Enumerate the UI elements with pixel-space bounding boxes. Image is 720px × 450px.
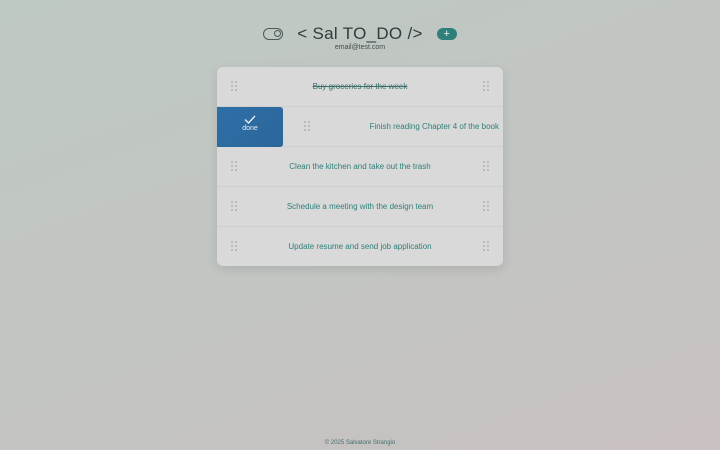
toggle-knob	[274, 30, 282, 37]
drag-handle-icon[interactable]	[483, 161, 489, 171]
drag-handle-icon[interactable]	[483, 241, 489, 251]
user-email: email@test.com	[334, 44, 386, 51]
task-row[interactable]: Clean the kitchen and take out the trash	[217, 147, 503, 187]
app-header: < Sal TO_DO /> +	[0, 24, 720, 44]
check-icon	[244, 115, 256, 124]
task-label[interactable]: Clean the kitchen and take out the trash	[217, 147, 503, 187]
theme-toggle-icon[interactable]	[263, 28, 284, 40]
drag-handle-icon[interactable]	[483, 81, 489, 91]
done-label: done	[242, 125, 258, 132]
task-label[interactable]: Buy groceries for the week	[217, 67, 503, 107]
add-task-button[interactable]: +	[436, 28, 457, 40]
task-row[interactable]: Update resume and send job application	[217, 227, 503, 266]
task-label[interactable]: Finish reading Chapter 4 of the book	[277, 107, 499, 147]
task-row[interactable]: Buy groceries for the week	[217, 67, 503, 107]
task-row-swiped[interactable]: done Finish reading Chapter 4 of the boo…	[217, 107, 503, 147]
task-label[interactable]: Schedule a meeting with the design team	[217, 187, 503, 227]
footer-copyright: © 2025 Salvatore Strangio	[324, 440, 396, 446]
task-row[interactable]: Schedule a meeting with the design team	[217, 187, 503, 227]
app-title: < Sal TO_DO />	[297, 24, 423, 43]
done-swipe-action[interactable]: done	[217, 107, 283, 147]
task-list: Buy groceries for the week done Finish r…	[217, 67, 503, 266]
drag-handle-icon[interactable]	[483, 201, 489, 211]
task-label[interactable]: Update resume and send job application	[217, 227, 503, 266]
